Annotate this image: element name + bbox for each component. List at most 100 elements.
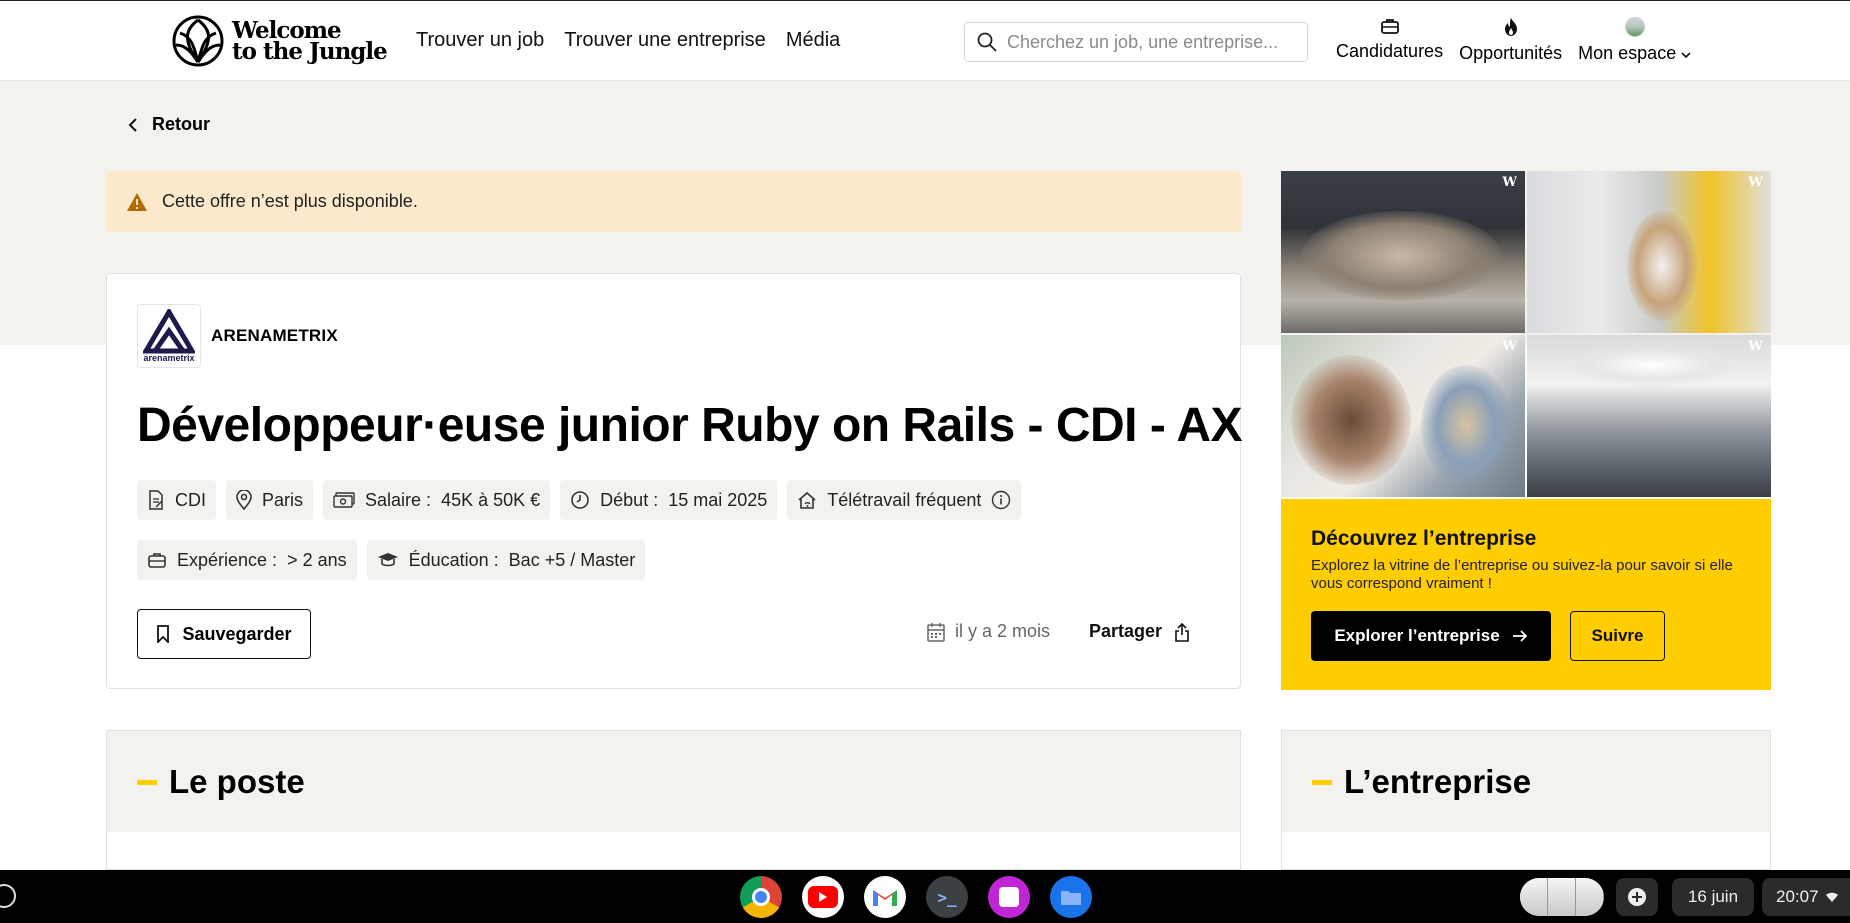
home-wifi-icon — [798, 491, 816, 509]
gmail-envelope-icon — [873, 890, 897, 906]
nav-my-space[interactable]: Mon espace — [1578, 17, 1691, 64]
nav-applications[interactable]: Candidatures — [1336, 17, 1443, 64]
tag-location-label: Paris — [262, 489, 304, 510]
tray-add-button[interactable] — [1616, 878, 1658, 916]
user-nav: Candidatures Opportunités Mon espace — [1336, 17, 1691, 64]
clock-icon — [571, 491, 589, 509]
tray-thumb — [1548, 878, 1576, 916]
unavailable-alert: Cette offre n’est plus disponible. — [106, 171, 1241, 232]
section-job-title-text: Le poste — [169, 763, 305, 800]
nav-media[interactable]: Média — [786, 29, 840, 52]
main-nav: Trouver un job Trouver une entreprise Mé… — [416, 29, 840, 52]
launcher-icon[interactable] — [0, 884, 16, 908]
info-icon[interactable] — [991, 490, 1011, 510]
discover-title: Découvrez l’entreprise — [1311, 527, 1537, 550]
nav-find-job[interactable]: Trouver un job — [416, 29, 544, 52]
tag-contract-label: CDI — [175, 489, 206, 510]
bookmark-icon — [157, 625, 170, 643]
photo-light-shape — [1567, 345, 1737, 385]
yellow-dash — [137, 779, 157, 785]
photo-people-shape — [1301, 211, 1501, 301]
nav-opportunities[interactable]: Opportunités — [1459, 17, 1562, 64]
nav-my-space-label: Mon espace — [1578, 43, 1691, 64]
posted-date: il y a 2 mois — [927, 621, 1050, 642]
youtube-icon[interactable] — [802, 876, 844, 918]
company-name[interactable]: ARENAMETRIX — [211, 326, 338, 346]
tray-time-text: 20:07 — [1776, 887, 1819, 906]
job-card: arenametrix ARENAMETRIX Développeur·euse… — [106, 273, 1243, 689]
tray-date[interactable]: 16 juin — [1672, 878, 1754, 916]
job-title: Développeur·euse junior Ruby on Rails - … — [137, 399, 1243, 452]
job-tags: CDI Paris Salaire : 45K à 50K € Début : … — [137, 480, 1217, 580]
gmail-icon[interactable] — [864, 876, 906, 918]
share-label: Partager — [1089, 621, 1163, 641]
section-job-body — [106, 832, 1241, 870]
company-photo-openspace[interactable]: W — [1527, 335, 1771, 497]
tag-experience-key: Expérience : — [177, 549, 278, 570]
jungle-logo-icon — [172, 15, 224, 67]
briefcase-icon — [148, 553, 166, 568]
section-company-title-text: L’entreprise — [1344, 763, 1532, 800]
section-job: Le poste — [106, 730, 1241, 832]
plus-icon — [1628, 888, 1646, 906]
location-pin-icon — [236, 490, 252, 510]
avatar — [1624, 17, 1645, 37]
discover-company-box: Découvrez l’entreprise Explorez la vitri… — [1281, 499, 1771, 690]
wifi-icon — [1825, 892, 1838, 902]
contract-icon — [149, 490, 163, 510]
company-logo[interactable]: arenametrix — [137, 304, 201, 368]
back-link[interactable]: Retour — [128, 114, 210, 135]
company-photo-meeting[interactable]: W — [1281, 335, 1525, 497]
nav-applications-label: Candidatures — [1336, 41, 1444, 61]
tray-thumb — [1520, 878, 1548, 916]
top-navigation-bar: Welcome to the Jungle Trouver un job Tro… — [0, 0, 1850, 81]
company-photo-office[interactable]: W — [1527, 171, 1771, 333]
tag-start-date: Début : 15 mai 2025 — [560, 480, 778, 520]
explore-company-button[interactable]: Explorer l’entreprise — [1311, 611, 1551, 661]
graduation-cap-icon — [377, 553, 398, 567]
yellow-dash — [1312, 779, 1332, 785]
flame-icon — [1504, 18, 1517, 36]
site-logo[interactable]: Welcome to the Jungle — [172, 15, 388, 67]
logo-line-2: to the Jungle — [232, 38, 388, 65]
money-icon — [333, 492, 355, 508]
nav-find-company[interactable]: Trouver une entreprise — [564, 29, 766, 52]
search-input[interactable] — [1007, 31, 1297, 53]
photo-watermark: W — [1502, 339, 1517, 354]
briefcase-icon — [1380, 19, 1399, 34]
nav-opportunities-label: Opportunités — [1459, 43, 1563, 63]
tag-contract: CDI — [137, 480, 216, 520]
company-photos[interactable]: W W W W — [1281, 171, 1771, 497]
section-job-title: Le poste — [137, 763, 305, 801]
app-shelf: >_ — [740, 876, 1092, 918]
share-button[interactable]: Partager — [1089, 621, 1190, 642]
tray-thumbnails[interactable] — [1520, 878, 1604, 916]
canvas-icon[interactable] — [988, 876, 1030, 918]
save-button[interactable]: Sauvegarder — [137, 609, 311, 659]
os-taskbar: >_ 16 juin 20:07 — [0, 870, 1850, 923]
save-label: Sauvegarder — [182, 623, 292, 644]
logo-wordmark: Welcome to the Jungle — [232, 19, 388, 65]
photo-watermark: W — [1748, 339, 1763, 354]
chrome-icon[interactable] — [740, 876, 782, 918]
youtube-badge — [808, 886, 838, 908]
chevron-down-icon — [1681, 52, 1691, 59]
tag-salary-value: 45K à 50K € — [441, 489, 541, 510]
terminal-glyph: >_ — [937, 887, 957, 907]
section-company-title: L’entreprise — [1312, 763, 1531, 801]
terminal-icon[interactable]: >_ — [926, 876, 968, 918]
tray-time[interactable]: 20:07 — [1762, 878, 1850, 916]
section-company-body — [1281, 832, 1771, 870]
share-icon — [1175, 622, 1189, 642]
files-icon[interactable] — [1050, 876, 1092, 918]
tag-start-key: Début : — [600, 489, 659, 510]
tag-start-value: 15 mai 2025 — [668, 489, 768, 510]
my-space-text: Mon espace — [1578, 43, 1677, 63]
company-header[interactable]: arenametrix ARENAMETRIX — [137, 304, 338, 368]
tag-experience: Expérience : > 2 ans — [137, 540, 357, 580]
search-box[interactable] — [964, 22, 1308, 62]
follow-button[interactable]: Suivre — [1570, 611, 1665, 661]
photo-person-shape — [1291, 355, 1411, 485]
arrow-right-icon — [1512, 630, 1527, 642]
company-photo-team[interactable]: W — [1281, 171, 1525, 333]
